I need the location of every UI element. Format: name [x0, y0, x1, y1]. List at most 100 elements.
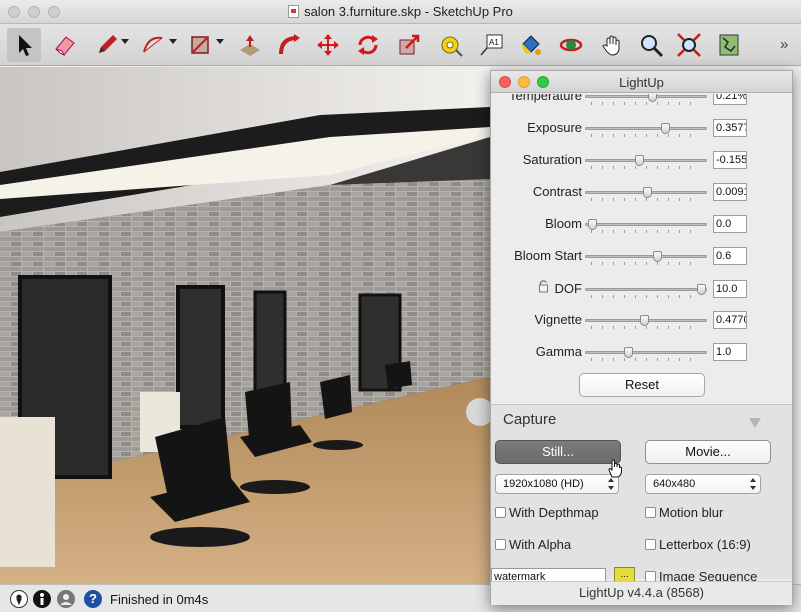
- user-account-icon[interactable]: [57, 590, 75, 608]
- slider-label: Exposure: [527, 120, 582, 135]
- close-panel-button[interactable]: [499, 76, 511, 88]
- checkbox-box[interactable]: [495, 539, 506, 550]
- viewport-render[interactable]: [0, 67, 490, 584]
- close-window-button[interactable]: [8, 6, 20, 18]
- lightup-panel: LightUp Temperature 0.21% Exposure 0.357…: [490, 70, 793, 605]
- geo-location-icon[interactable]: [10, 590, 28, 608]
- slider-knob[interactable]: [648, 94, 657, 102]
- slider-knob[interactable]: [634, 155, 644, 166]
- tape-measure-tool[interactable]: [434, 28, 468, 62]
- dof-value-field[interactable]: 10.0: [713, 280, 747, 298]
- checkbox-box[interactable]: [495, 507, 506, 518]
- pan-tool[interactable]: [596, 28, 630, 62]
- bloom-start-slider[interactable]: [585, 251, 707, 262]
- bloom-value-field[interactable]: 0.0: [713, 215, 747, 233]
- scale-tool[interactable]: [392, 28, 426, 62]
- alpha-checkbox[interactable]: With Alpha: [495, 537, 571, 552]
- chevron-down-icon[interactable]: [169, 39, 177, 44]
- capture-heading: Capture: [503, 411, 557, 428]
- slider-label: Saturation: [522, 152, 582, 167]
- depthmap-checkbox[interactable]: With Depthmap: [495, 505, 599, 520]
- status-message: Finished in 0m4s: [110, 592, 209, 607]
- slider-knob[interactable]: [639, 315, 649, 326]
- contrast-value-field[interactable]: 0.0091: [713, 183, 747, 201]
- zoom-extents-tool[interactable]: [672, 28, 706, 62]
- minimize-panel-button[interactable]: [518, 76, 530, 88]
- bloom-slider[interactable]: [585, 219, 707, 230]
- vignette-slider[interactable]: [585, 315, 707, 326]
- select-tool[interactable]: [7, 28, 41, 62]
- still-resolution-value: 1920x1080 (HD): [503, 478, 584, 490]
- scale-icon: [399, 34, 420, 55]
- temperature-slider[interactable]: [585, 94, 707, 102]
- document-icon: [288, 5, 300, 18]
- eraser-icon: [55, 36, 75, 57]
- movie-capture-button[interactable]: Movie...: [645, 440, 771, 464]
- temperature-value-field[interactable]: 0.21%: [713, 94, 747, 105]
- still-resolution-select[interactable]: 1920x1080 (HD): [495, 474, 619, 494]
- help-icon[interactable]: ?: [84, 590, 102, 608]
- pencil-tool[interactable]: [90, 28, 124, 62]
- saturation-slider[interactable]: [585, 155, 707, 166]
- gamma-value-field[interactable]: 1.0: [713, 343, 747, 361]
- minimize-window-button[interactable]: [28, 6, 40, 18]
- zoom-icon: [641, 35, 664, 58]
- window-title: salon 3.furniture.skp - SketchUp Pro: [288, 4, 513, 19]
- rectangle-tool[interactable]: [183, 28, 217, 62]
- slider-knob[interactable]: [652, 251, 662, 262]
- rectangle-icon: [191, 36, 209, 54]
- gamma-slider[interactable]: [585, 347, 707, 358]
- slider-knob[interactable]: [643, 187, 653, 198]
- checkbox-label: Motion blur: [659, 505, 724, 520]
- slider-knob[interactable]: [661, 123, 671, 134]
- text-tool[interactable]: A1: [474, 28, 508, 62]
- reset-button[interactable]: Reset: [579, 373, 705, 397]
- slider-ticks: [591, 326, 701, 329]
- zoom-extents-icon: [677, 33, 701, 57]
- slider-row-temperature: Temperature 0.21%: [491, 94, 792, 106]
- move-tool[interactable]: [311, 28, 345, 62]
- slider-knob[interactable]: [624, 347, 633, 358]
- eraser-tool[interactable]: [48, 28, 82, 62]
- letterbox-checkbox[interactable]: Letterbox (16:9): [645, 537, 751, 552]
- orbit-tool[interactable]: [554, 28, 588, 62]
- arc-tool[interactable]: [136, 28, 170, 62]
- follow-me-tool[interactable]: [272, 28, 306, 62]
- salon-render-image: [0, 67, 490, 584]
- push-pull-tool[interactable]: [233, 28, 267, 62]
- paint-bucket-tool[interactable]: [514, 28, 548, 62]
- exposure-value-field[interactable]: 0.3577: [713, 119, 747, 137]
- credits-icon[interactable]: [33, 590, 51, 608]
- exposure-slider[interactable]: [585, 123, 707, 134]
- movie-resolution-select[interactable]: 640x480: [645, 474, 761, 494]
- zoom-panel-button[interactable]: [537, 76, 549, 88]
- slider-label: Gamma: [535, 344, 582, 359]
- zoom-tool[interactable]: [634, 28, 668, 62]
- vignette-value-field[interactable]: 0.4770: [713, 311, 747, 329]
- window-titlebar: salon 3.furniture.skp - SketchUp Pro: [0, 0, 801, 24]
- slider-label: Bloom: [545, 216, 582, 231]
- map-tool[interactable]: [712, 28, 746, 62]
- dof-slider[interactable]: [585, 284, 707, 295]
- saturation-value-field[interactable]: -0.155: [713, 151, 747, 169]
- chevron-down-icon[interactable]: [121, 39, 129, 44]
- zoom-window-button[interactable]: [48, 6, 60, 18]
- checkbox-box[interactable]: [645, 507, 656, 518]
- bloom-start-value-field[interactable]: 0.6: [713, 247, 747, 265]
- rotate-tool[interactable]: [351, 28, 385, 62]
- motion-blur-checkbox[interactable]: Motion blur: [645, 505, 723, 520]
- slider-label: Bloom Start: [514, 248, 582, 263]
- move-icon: [317, 34, 339, 56]
- collapse-triangle-icon[interactable]: [749, 418, 761, 428]
- contrast-slider[interactable]: [585, 187, 707, 198]
- pan-icon: [602, 35, 620, 56]
- slider-row-gamma: Gamma 1.0: [491, 342, 792, 362]
- lock-icon[interactable]: [539, 279, 548, 293]
- still-capture-button[interactable]: Still...: [495, 440, 621, 464]
- chevron-down-icon[interactable]: [216, 39, 224, 44]
- toolbar-overflow-button[interactable]: »: [780, 36, 788, 53]
- checkbox-box[interactable]: [645, 539, 656, 550]
- slider-knob[interactable]: [588, 219, 597, 230]
- tape-measure-icon: [441, 36, 463, 57]
- slider-knob[interactable]: [697, 284, 707, 295]
